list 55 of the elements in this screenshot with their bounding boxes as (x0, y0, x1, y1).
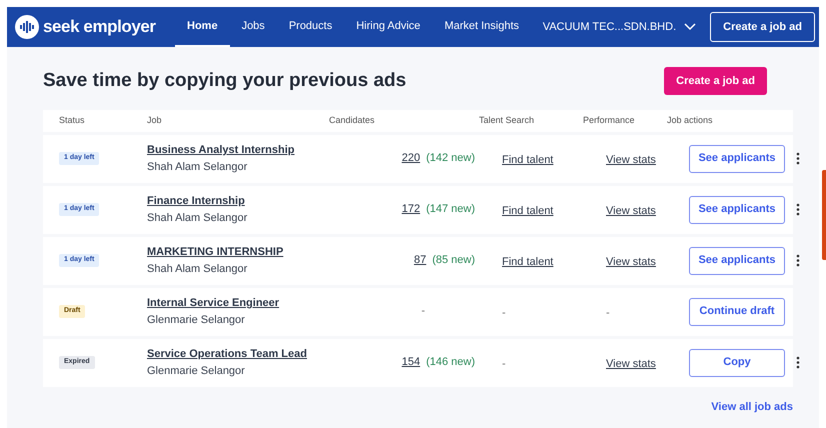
more-options-icon[interactable] (796, 152, 800, 165)
view-stats-link[interactable]: View stats (606, 256, 656, 268)
create-job-ad-button[interactable]: Create a job ad (664, 67, 767, 96)
column-header: Candidates (329, 114, 376, 127)
job-location: Shah Alam Selangor (147, 210, 248, 226)
nav-tab[interactable]: Products (276, 7, 344, 47)
find-talent-link[interactable]: Find talent (502, 256, 554, 268)
view-all-job-ads-link[interactable]: View all job ads (711, 398, 793, 415)
column-header: Talent Search (479, 114, 536, 127)
empty-value: - (502, 306, 506, 318)
job-location: Glenmarie Selangor (147, 364, 246, 378)
logo-text: seek employer (43, 16, 156, 38)
action-button[interactable]: See applicants (689, 144, 785, 172)
job-location: Glenmarie Selangor (147, 312, 246, 328)
column-header: Status (59, 114, 86, 127)
find-talent-link[interactable]: Find talent (502, 154, 554, 166)
new-candidates-count: (146 new) (426, 355, 475, 370)
column-header: Performance (583, 114, 636, 127)
find-talent-link[interactable]: Find talent (502, 204, 554, 216)
candidates-link[interactable]: 220 (402, 150, 420, 167)
action-button[interactable]: See applicants (689, 246, 785, 274)
nav-tab[interactable]: Jobs (230, 7, 277, 47)
view-stats-link[interactable]: View stats (606, 204, 656, 216)
action-button[interactable]: Copy (689, 348, 785, 376)
view-stats-link[interactable]: View stats (606, 358, 656, 370)
nav-tab[interactable]: Market Insights (432, 7, 532, 47)
account-name[interactable]: VACUUM TEC...SDN.BHD. (542, 18, 676, 36)
action-button[interactable]: See applicants (689, 196, 785, 224)
job-title-link[interactable]: Finance Internship (147, 193, 245, 210)
empty-value: - (606, 306, 610, 318)
new-candidates-count: (147 new) (426, 202, 475, 218)
nav-tab[interactable]: Hiring Advice (344, 7, 432, 47)
job-title-link[interactable]: Business Analyst Internship (147, 142, 295, 158)
logo-icon (15, 15, 39, 39)
candidates-link[interactable]: 154 (402, 354, 420, 371)
new-candidates-count: (85 new) (432, 253, 475, 268)
job-location: Shah Alam Selangor (147, 160, 248, 174)
column-header: Job actions (667, 114, 714, 127)
job-location: Shah Alam Selangor (147, 262, 248, 276)
candidates-link[interactable]: 87 (414, 252, 426, 269)
candidates-link[interactable]: 172 (402, 201, 420, 218)
more-options-icon[interactable] (796, 356, 800, 369)
empty-value: - (502, 358, 506, 370)
view-stats-link[interactable]: View stats (606, 154, 656, 166)
more-options-icon[interactable] (796, 254, 800, 267)
empty-value: - (421, 304, 425, 320)
job-title-link[interactable]: Service Operations Team Lead (147, 346, 307, 362)
page-title: Save time by copying your previous ads (43, 69, 406, 93)
chevron-down-icon[interactable] (684, 23, 696, 31)
job-title-link[interactable]: Internal Service Engineer (147, 295, 280, 312)
more-options-icon[interactable] (796, 203, 800, 216)
job-title-link[interactable]: MARKETING INTERNSHIP (147, 244, 284, 260)
new-candidates-count: (142 new) (426, 151, 475, 166)
create-job-ad-button[interactable]: Create a job ad (710, 12, 815, 42)
action-button[interactable]: Continue draft (689, 298, 785, 326)
